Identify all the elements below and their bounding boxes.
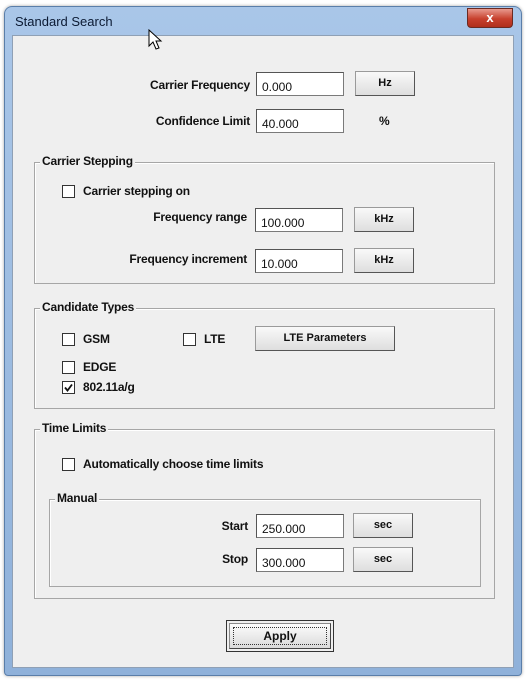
manual-legend: Manual <box>55 491 100 505</box>
edge-checkbox[interactable] <box>62 361 75 374</box>
frequency-increment-input[interactable] <box>255 249 343 273</box>
carrier-stepping-checkbox[interactable] <box>62 185 75 198</box>
lte-label: LTE <box>204 332 226 346</box>
auto-time-limits-label: Automatically choose time limits <box>83 457 264 471</box>
start-time-input[interactable] <box>256 514 344 538</box>
gsm-label: GSM <box>83 332 110 346</box>
carrier-frequency-unit-button[interactable]: Hz <box>355 71 415 96</box>
stop-unit-button[interactable]: sec <box>353 547 413 572</box>
window-title: Standard Search <box>15 14 113 29</box>
confidence-limit-label: Confidence Limit <box>155 114 250 128</box>
wifi-label: 802.11a/g <box>83 380 135 394</box>
gsm-checkbox[interactable] <box>62 333 75 346</box>
carrier-stepping-checkbox-label: Carrier stepping on <box>83 184 190 198</box>
lte-parameters-button[interactable]: LTE Parameters <box>255 326 395 351</box>
frequency-range-input[interactable] <box>255 208 343 232</box>
start-unit-button[interactable]: sec <box>353 513 413 538</box>
title-bar[interactable]: Standard Search x <box>5 7 521 35</box>
close-button[interactable]: x <box>467 8 513 28</box>
dialog-body: Carrier Frequency Hz Confidence Limit % … <box>12 35 514 668</box>
manual-group: Manual Start sec Stop sec <box>49 491 481 587</box>
edge-label: EDGE <box>83 360 117 374</box>
frequency-range-unit-button[interactable]: kHz <box>354 207 414 232</box>
auto-time-limits-checkbox[interactable] <box>62 458 75 471</box>
carrier-stepping-group: Carrier Stepping Carrier stepping on Fre… <box>34 154 495 284</box>
wifi-checkbox[interactable] <box>62 381 75 394</box>
stop-time-input[interactable] <box>256 548 344 572</box>
time-limits-legend: Time Limits <box>40 421 109 435</box>
carrier-stepping-legend: Carrier Stepping <box>40 154 135 168</box>
carrier-frequency-label: Carrier Frequency <box>150 78 250 92</box>
stop-label: Stop <box>222 552 248 566</box>
candidate-types-legend: Candidate Types <box>40 300 137 314</box>
frequency-increment-unit-button[interactable]: kHz <box>354 248 414 273</box>
frequency-range-label: Frequency range <box>153 210 247 224</box>
lte-checkbox[interactable] <box>183 333 196 346</box>
start-label: Start <box>221 519 249 533</box>
confidence-unit-label: % <box>379 114 390 128</box>
candidate-types-group: Candidate Types GSM LTE LTE Parameters E… <box>34 300 495 409</box>
apply-button[interactable]: Apply <box>226 620 334 652</box>
dialog-window: Standard Search x Carrier Frequency Hz C… <box>4 6 522 676</box>
time-limits-group: Time Limits Automatically choose time li… <box>34 421 495 599</box>
mouse-cursor-icon <box>148 29 163 50</box>
checkmark-icon <box>64 383 73 392</box>
frequency-increment-label: Frequency increment <box>129 252 247 266</box>
apply-button-label: Apply <box>229 623 331 649</box>
carrier-frequency-input[interactable] <box>256 72 344 96</box>
confidence-limit-input[interactable] <box>256 109 344 133</box>
